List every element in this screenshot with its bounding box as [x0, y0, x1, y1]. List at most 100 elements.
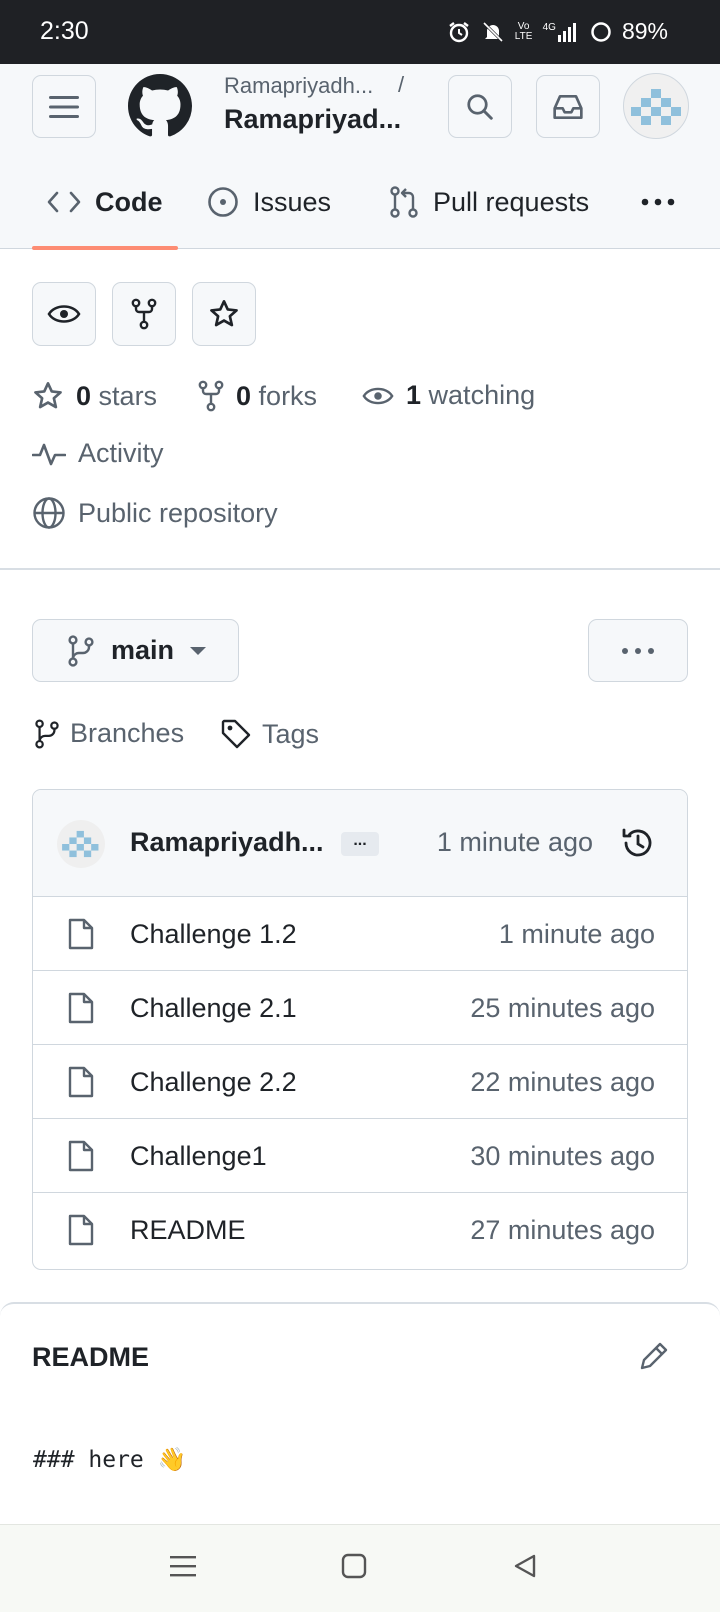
readme-content: ### here 👋	[33, 1447, 187, 1473]
globe-icon	[32, 496, 66, 530]
forks-label: forks	[258, 380, 318, 411]
commit-message-expander[interactable]: ...	[341, 832, 379, 856]
status-bar: 2:30 Vo LTE 4G 89%	[0, 0, 720, 64]
eye-outline-icon	[362, 385, 394, 407]
menu-button[interactable]	[32, 75, 96, 138]
file-icon	[67, 1065, 95, 1099]
file-time: 1 minute ago	[498, 919, 655, 949]
more-options-button[interactable]	[588, 619, 688, 682]
file-row[interactable]: Challenge 1.2 1 minute ago	[33, 897, 687, 971]
file-time: 25 minutes ago	[470, 993, 655, 1023]
star-icon	[208, 298, 240, 330]
file-time: 22 minutes ago	[470, 1067, 655, 1097]
tabs-more-button[interactable]	[638, 188, 678, 216]
fork-outline-icon	[198, 380, 224, 412]
repo-owner-link[interactable]: Ramapriyadh...	[224, 73, 373, 99]
watching-link[interactable]: 1 watching	[362, 380, 535, 411]
file-icon	[67, 917, 95, 951]
volte-icon: Vo LTE	[514, 20, 533, 42]
visibility-label: Public repository	[78, 497, 278, 528]
github-logo-icon[interactable]	[128, 74, 192, 138]
status-time: 2:30	[40, 17, 89, 45]
file-time: 30 minutes ago	[470, 1141, 655, 1171]
file-time: 27 minutes ago	[470, 1215, 655, 1245]
tab-code[interactable]: Code	[47, 180, 163, 224]
watching-label: watching	[428, 380, 536, 410]
branch-selector-button[interactable]: main	[32, 619, 239, 682]
repo-name-link[interactable]: Ramapriyad...	[224, 104, 401, 135]
tags-label: Tags	[262, 718, 320, 749]
code-icon	[47, 189, 81, 215]
file-row[interactable]: README 27 minutes ago	[33, 1193, 687, 1267]
issue-icon	[207, 186, 239, 218]
file-row[interactable]: Challenge 2.2 22 minutes ago	[33, 1045, 687, 1119]
system-nav-bar	[0, 1524, 720, 1612]
latest-commit-row: Ramapriyadh... ... 1 minute ago	[33, 790, 687, 897]
branches-link[interactable]: Branches	[34, 718, 184, 749]
status-icons: Vo LTE 4G 89%	[447, 18, 668, 45]
stars-label: stars	[98, 380, 158, 411]
visibility-info: Public repository	[32, 496, 278, 530]
file-icon	[67, 1213, 95, 1247]
fork-button[interactable]	[112, 282, 176, 346]
file-row[interactable]: Challenge1 30 minutes ago	[33, 1119, 687, 1193]
activity-link[interactable]: Activity	[32, 438, 164, 469]
inbox-icon	[552, 92, 584, 122]
battery-level: 89%	[621, 18, 668, 44]
watch-button[interactable]	[32, 282, 96, 346]
tab-pull-requests[interactable]: Pull requests	[389, 180, 589, 224]
commit-author[interactable]: Ramapriyadh...	[130, 827, 324, 858]
activity-label: Activity	[78, 438, 164, 468]
file-name[interactable]: Challenge 1.2	[130, 919, 297, 950]
edit-readme-button[interactable]	[638, 1340, 670, 1372]
eye-icon	[47, 303, 81, 325]
active-tab-indicator	[32, 246, 178, 250]
network-type: 4G	[542, 21, 556, 33]
back-icon[interactable]	[512, 1553, 538, 1579]
breadcrumb-separator: /	[398, 72, 405, 97]
tab-issues-label: Issues	[253, 186, 332, 217]
section-divider	[0, 568, 720, 570]
file-row[interactable]: Challenge 2.1 25 minutes ago	[33, 971, 687, 1045]
mute-icon	[481, 20, 505, 44]
home-icon[interactable]	[341, 1553, 367, 1579]
tab-pull-requests-label: Pull requests	[433, 186, 590, 217]
hamburger-icon	[49, 95, 79, 119]
alarm-icon	[447, 20, 471, 44]
forks-link[interactable]: 0 forks	[198, 380, 317, 412]
kebab-horizontal-icon	[641, 198, 675, 206]
commit-author-avatar[interactable]	[57, 820, 105, 868]
star-button[interactable]	[192, 282, 256, 346]
identicon-icon	[62, 830, 99, 858]
file-name[interactable]: Challenge 2.2	[130, 1067, 297, 1098]
kebab-horizontal-icon	[621, 647, 655, 655]
file-name[interactable]: Challenge1	[130, 1141, 267, 1172]
git-branch-icon	[34, 719, 60, 749]
commit-time[interactable]: 1 minute ago	[437, 827, 593, 858]
tab-code-label: Code	[95, 186, 163, 217]
avatar[interactable]	[623, 73, 689, 139]
branch-name: main	[111, 635, 175, 665]
stars-count: 0	[76, 380, 92, 411]
readme-title: README	[32, 1342, 150, 1372]
search-icon	[465, 92, 495, 122]
watching-count: 1	[406, 380, 422, 410]
git-branch-icon	[67, 634, 95, 667]
file-name[interactable]: Challenge 2.1	[130, 993, 297, 1024]
recent-apps-icon[interactable]	[170, 1553, 196, 1579]
inbox-button[interactable]	[536, 75, 600, 138]
identicon-icon	[631, 89, 681, 125]
history-icon[interactable]	[621, 826, 655, 860]
tab-issues[interactable]: Issues	[207, 180, 331, 224]
battery-icon	[590, 21, 612, 43]
file-name[interactable]: README	[130, 1215, 246, 1246]
stars-link[interactable]: 0 stars	[32, 380, 157, 412]
file-icon	[67, 1139, 95, 1173]
pull-request-icon	[389, 185, 419, 219]
caret-down-icon	[190, 646, 207, 656]
tag-icon	[220, 718, 252, 750]
file-icon	[67, 991, 95, 1025]
search-button[interactable]	[448, 75, 512, 138]
signal-icon: 4G	[543, 22, 580, 42]
tags-link[interactable]: Tags	[220, 718, 319, 750]
